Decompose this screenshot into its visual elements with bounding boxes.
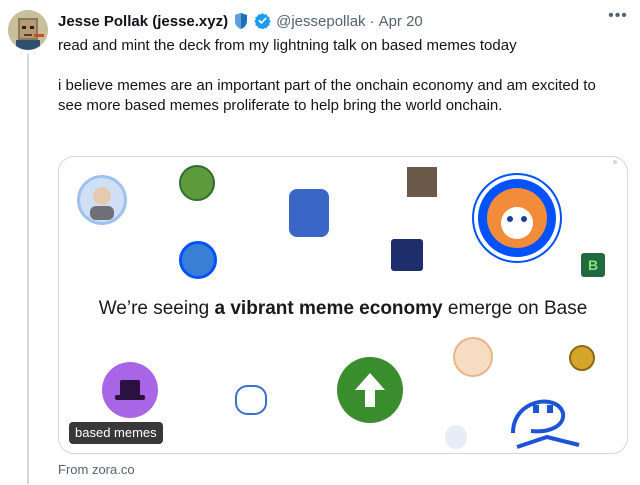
more-horizontal-icon[interactable]: •••: [608, 8, 628, 30]
wizard-meme-icon: [445, 425, 467, 449]
tweet-text-line-1: read and mint the deck from my lightning…: [58, 37, 517, 54]
shield-badge-icon: [233, 12, 249, 30]
tweet-date[interactable]: Apr 20: [379, 13, 423, 30]
link-card[interactable]: B We’re seeing a vibrant meme economy em…: [58, 156, 628, 454]
tweet-header: Jesse Pollak (jesse.xyz) @jessepollak · …: [58, 10, 600, 32]
gold-coin-icon: [569, 345, 595, 371]
upvote-arrow-icon[interactable]: [337, 357, 403, 423]
card-corner-dot: [613, 160, 617, 164]
tweet-body: read and mint the deck from my lightning…: [58, 36, 618, 116]
headline-bold: a vibrant meme economy: [214, 298, 443, 319]
thread-line: [27, 54, 29, 484]
blue-doodle-icon: [507, 389, 583, 451]
doge-card-icon: [391, 239, 423, 271]
green-b-square-icon: B: [581, 253, 605, 277]
author-handle[interactable]: @jessepollak: [276, 13, 365, 30]
tweet-text-line-2: i believe memes are an important part of…: [58, 77, 596, 114]
blue-pepe-meme-icon: [289, 189, 329, 237]
cat-face-icon: [453, 337, 493, 377]
verified-badge-icon: [254, 12, 271, 30]
blue-hamster-icon: [235, 385, 267, 415]
fox-shield-logo-icon: [474, 175, 560, 261]
card-headline: We’re seeing a vibrant meme economy emer…: [59, 298, 627, 320]
headline-pre: We’re seeing: [98, 298, 215, 319]
headline-post: emerge on Base: [442, 298, 588, 319]
purple-top-hat-icon: [102, 362, 158, 418]
author-avatar[interactable]: [8, 10, 48, 50]
separator-dot: ·: [369, 12, 375, 30]
blue-cat-coin-icon: [179, 241, 217, 279]
pepe-frog-icon: [179, 165, 215, 201]
display-name[interactable]: Jesse Pollak (jesse.xyz): [58, 13, 228, 30]
bald-man-meme-icon: [77, 175, 127, 225]
monkey-photo-icon: [407, 167, 437, 197]
card-source-link[interactable]: From zora.co: [58, 462, 135, 477]
card-label-badge: based memes: [69, 422, 163, 444]
